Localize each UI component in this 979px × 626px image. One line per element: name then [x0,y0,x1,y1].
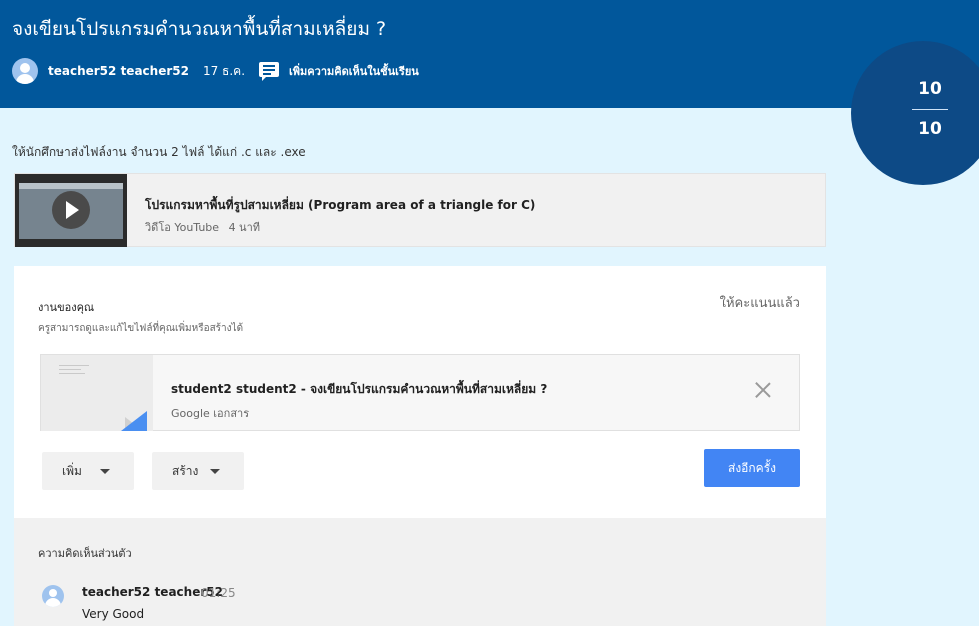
assignment-instructions: ให้นักศึกษาส่งไฟล์งาน จำนวน 2 ไฟล์ ได้แก… [12,145,306,159]
assignment-meta: teacher52 teacher52 17 ธ.ค. เพิ่มความคิด… [12,58,419,84]
document-thumbnail[interactable] [41,355,153,431]
video-source: วิดีโอ YouTube [145,221,220,234]
chevron-down-icon [100,469,110,474]
video-duration: 4 นาที [228,221,261,234]
comment-avatar [42,585,64,607]
create-button-label: สร้าง [172,463,199,478]
your-work-subtitle: ครูสามารถดูและแก้ไขไฟล์ที่คุณเพิ่มหรือสร… [38,323,244,334]
score-badge: 10 10 [851,41,979,185]
document-attachment[interactable]: student2 student2 - จงเขียนโปรแกรมคำนวณห… [40,354,800,431]
teacher-avatar [12,58,38,84]
video-attachment[interactable]: โปรแกรมหาพื้นที่รูปสามเหลี่ยม (Program a… [14,173,826,247]
close-icon[interactable] [755,382,771,398]
comment-text: Very Good [82,607,145,621]
score-earned: 10 [918,79,942,99]
create-button[interactable]: สร้าง [152,452,244,490]
score-divider [912,109,948,110]
post-date: 17 ธ.ค. [202,63,246,78]
resubmit-button[interactable]: ส่งอีกครั้ง [704,449,800,487]
your-work-title: งานของคุณ [38,301,95,314]
video-thumbnail[interactable] [15,174,127,247]
video-title[interactable]: โปรแกรมหาพื้นที่รูปสามเหลี่ยม (Program a… [145,196,535,215]
video-meta: วิดีโอ YouTube 4 นาที [145,218,260,236]
teacher-name: teacher52 teacher52 [48,64,189,78]
graded-status: ให้คะแนนแล้ว [719,296,800,311]
score-total: 10 [918,119,942,139]
private-comments-section: ความคิดเห็นส่วนตัว teacher52 teacher52 0… [14,518,826,626]
google-docs-icon [121,411,147,431]
play-icon[interactable] [52,191,90,229]
add-class-comment-link[interactable]: เพิ่มความคิดเห็นในชั้นเรียน [289,62,419,80]
add-button[interactable]: เพิ่ม [42,452,134,490]
chevron-down-icon [210,469,220,474]
add-button-label: เพิ่ม [62,463,82,478]
your-work-card: งานของคุณ ครูสามารถดูและแก้ไขไฟล์ที่คุณเ… [14,266,826,518]
comment-icon[interactable] [259,62,280,81]
comment-time: 01:25 [201,586,236,600]
assignment-title: จงเขียนโปรแกรมคำนวณหาพื้นที่สามเหลี่ยม ? [12,18,387,40]
assignment-header: จงเขียนโปรแกรมคำนวณหาพื้นที่สามเหลี่ยม ?… [0,0,979,108]
attachment-type: Google เอกสาร [171,407,250,420]
attachment-title[interactable]: student2 student2 - จงเขียนโปรแกรมคำนวณห… [171,380,547,399]
private-comments-title: ความคิดเห็นส่วนตัว [38,547,132,560]
